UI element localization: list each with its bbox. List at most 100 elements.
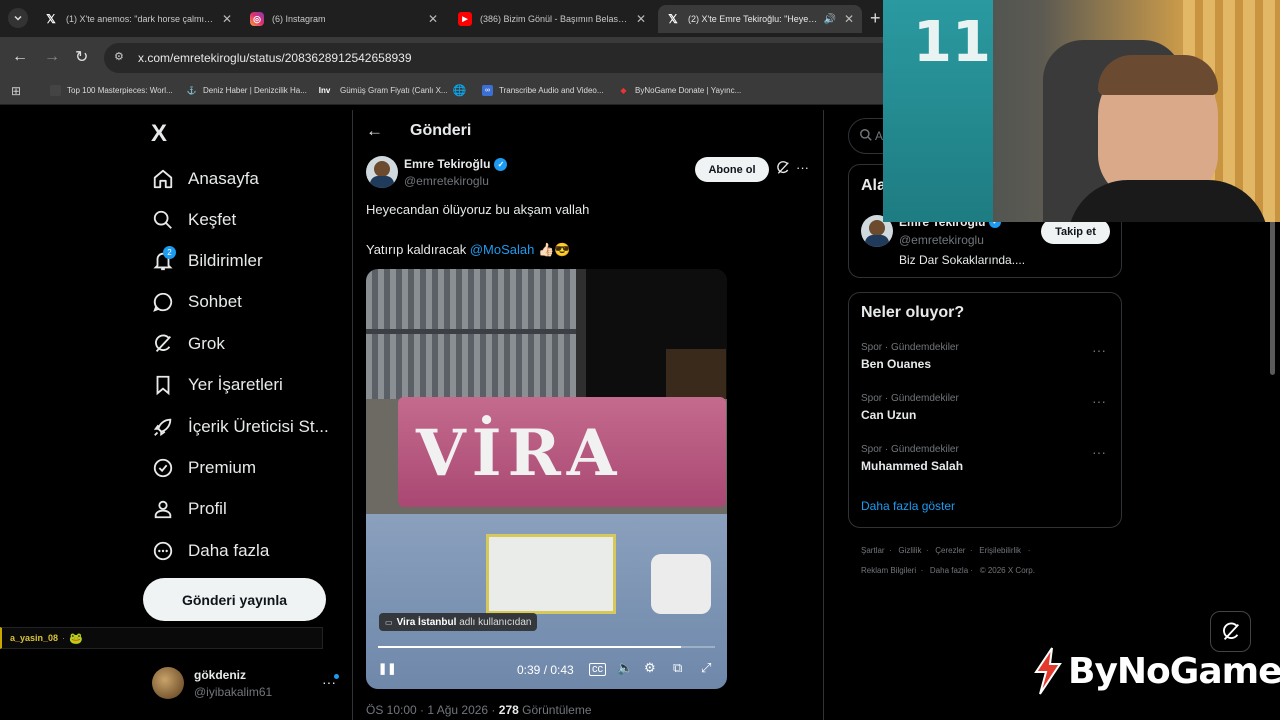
- bynogame-watermark: ByNoGame: [1030, 646, 1280, 696]
- close-icon[interactable]: ✕: [636, 12, 646, 26]
- bookmark-item[interactable]: Inv Gümüş Gram Fiyatı (Canlı X...: [319, 85, 448, 96]
- trend-item[interactable]: Spor · Gündemdekiler Can Uzun ···: [861, 393, 1111, 422]
- bookmark-favicon-icon: [50, 85, 61, 96]
- video-attribution[interactable]: ▭ Vira İstanbul adlı kullanıcıdan: [379, 613, 538, 631]
- nav-item-premium[interactable]: Premium: [150, 451, 256, 485]
- browser-tab[interactable]: 𝕏 (1) X'te anemos: "dark horse çalmışlar…: [36, 5, 240, 33]
- bookmark-item[interactable]: 🌐: [452, 85, 471, 97]
- column-divider: [352, 110, 353, 720]
- x-icon: 𝕏: [668, 12, 678, 26]
- footer-link[interactable]: Erişilebilirlik: [979, 546, 1021, 555]
- footer-link[interactable]: Çerezler: [935, 546, 965, 555]
- footer-link[interactable]: Şartlar: [861, 546, 885, 555]
- tab-search-button[interactable]: [8, 8, 28, 28]
- chat-icon: [150, 289, 176, 315]
- subscribe-button[interactable]: Abone ol: [695, 157, 769, 182]
- footer-link[interactable]: Reklam Bilgileri: [861, 566, 916, 575]
- close-icon[interactable]: ✕: [222, 12, 232, 26]
- more-options-icon[interactable]: ···: [1092, 444, 1106, 460]
- emote-icon: 🐸: [69, 632, 83, 645]
- forward-icon[interactable]: →: [44, 48, 60, 66]
- bookmark-item[interactable]: Top 100 Masterpieces: Worl...: [50, 85, 173, 96]
- browser-tab[interactable]: ▶ (386) Bizim Gönül - Başımın Belası ✓ -…: [450, 5, 654, 33]
- footer-links: Reklam Bilgileri · Daha fazla · © 2026 X…: [861, 566, 1035, 575]
- post-button[interactable]: Gönderi yayınla: [143, 578, 326, 621]
- jersey-number: 11: [913, 10, 991, 75]
- x-logo[interactable]: X: [151, 120, 167, 148]
- nav-item-profile[interactable]: Profil: [150, 492, 227, 526]
- premium-icon: [150, 455, 176, 481]
- tab-title: (386) Bizim Gönül - Başımın Belası ✓ - Y…: [480, 13, 628, 24]
- person-icon: [150, 496, 176, 522]
- settings-gear-icon[interactable]: ⚙: [644, 660, 656, 676]
- apps-grid-icon[interactable]: ⊞: [11, 84, 21, 98]
- more-options-icon[interactable]: ···: [1092, 393, 1106, 409]
- bynogame-logo-icon: [1034, 647, 1062, 695]
- account-switcher[interactable]: gökdeniz @iyibakalim61 ···: [152, 664, 342, 706]
- video-source-icon: ▭: [385, 617, 393, 627]
- nav-item-more[interactable]: Daha fazla: [150, 534, 269, 568]
- tab-title: (6) Instagram: [272, 14, 326, 24]
- more-options-icon[interactable]: ···: [796, 160, 809, 175]
- back-arrow-icon[interactable]: ←: [366, 121, 383, 141]
- fullscreen-icon[interactable]: ⤢: [701, 660, 711, 676]
- footer-link[interactable]: Gizlilik: [898, 546, 921, 555]
- follow-button[interactable]: Takip et: [1041, 219, 1110, 244]
- author-handle[interactable]: @emretekiroglu: [404, 174, 489, 188]
- speaker-icon[interactable]: 🔊: [823, 14, 835, 25]
- grok-icon[interactable]: [775, 160, 791, 181]
- grok-icon: [150, 331, 176, 357]
- site-info-icon[interactable]: ⚙: [114, 50, 124, 63]
- browser-tab-active[interactable]: 𝕏 (2) X'te Emre Tekiroğlu: "Heyecandan..…: [658, 5, 862, 33]
- pause-icon[interactable]: ❚❚: [378, 662, 396, 675]
- captions-icon[interactable]: cc: [589, 663, 606, 676]
- nav-item-bookmarks[interactable]: Yer İşaretleri: [150, 368, 283, 402]
- back-icon[interactable]: ←: [12, 48, 28, 66]
- author-avatar[interactable]: [366, 156, 398, 188]
- video-progress-track[interactable]: [378, 646, 715, 648]
- nav-item-creator-studio[interactable]: İçerik Üreticisi St...: [150, 410, 329, 444]
- chat-overlay: a_yasin_08 · 🐸: [0, 627, 323, 649]
- author-name[interactable]: Emre Tekiroğlu ✓: [404, 157, 508, 171]
- account-handle: @iyibakalim61: [194, 685, 273, 699]
- nav-item-notifications[interactable]: 2 Bildirimler: [150, 244, 263, 278]
- reload-icon[interactable]: ↻: [75, 47, 88, 67]
- avatar: [152, 667, 184, 699]
- nav-item-chat[interactable]: Sohbet: [150, 285, 242, 319]
- show-more-link[interactable]: Daha fazla göster: [861, 499, 955, 513]
- new-tab-button[interactable]: +: [870, 8, 881, 29]
- video-player[interactable]: VİRA ▭ Vira İstanbul adlı kullanıcıdan ❚…: [366, 269, 727, 689]
- panel-title: Neler oluyor?: [861, 304, 965, 321]
- bookmark-item[interactable]: ∞ Transcribe Audio and Video...: [482, 85, 604, 96]
- post-text-line2: Yatırıp kaldıracak @MoSalah 👍🏻😎: [366, 242, 571, 257]
- bookmark-icon: [150, 372, 176, 398]
- more-circle-icon: [150, 538, 176, 564]
- globe-icon: 🌐: [452, 85, 467, 97]
- tab-title: (1) X'te anemos: "dark horse çalmışlar. …: [66, 14, 214, 24]
- video-time: 0:39 / 0:43: [517, 663, 574, 677]
- close-icon[interactable]: ✕: [428, 12, 438, 26]
- trend-item[interactable]: Spor · Gündemdekiler Muhammed Salah ···: [861, 444, 1111, 473]
- bookmark-item[interactable]: ⚓ Deniz Haber | Denizcilik Ha...: [186, 85, 307, 96]
- trend-item[interactable]: Spor · Gündemdekiler Ben Ouanes ···: [861, 342, 1111, 371]
- mention-link[interactable]: @MoSalah: [470, 242, 535, 257]
- bookmark-item[interactable]: ◆ ByNoGame Donate | Yayınc...: [618, 85, 741, 96]
- verified-badge-icon: ✓: [494, 157, 508, 171]
- page-title: Gönderi: [410, 122, 472, 139]
- nav-item-grok[interactable]: Grok: [150, 327, 225, 361]
- watermark-text: ByNoGame: [1068, 650, 1280, 692]
- nav-item-home[interactable]: Anasayfa: [150, 162, 259, 196]
- page-scrollbar[interactable]: [1270, 220, 1275, 375]
- close-icon[interactable]: ✕: [844, 12, 854, 26]
- nav-item-explore[interactable]: Keşfet: [150, 203, 236, 237]
- more-options-icon[interactable]: ···: [1092, 342, 1106, 358]
- pip-icon[interactable]: ⧉: [673, 660, 682, 676]
- browser-tab[interactable]: ◎ (6) Instagram ✕: [242, 5, 446, 33]
- footer-link[interactable]: Daha fazla ·: [930, 566, 973, 575]
- volume-icon[interactable]: 🔈: [617, 660, 633, 676]
- video-progress-fill: [378, 646, 682, 648]
- grok-icon: [1222, 622, 1239, 640]
- copyright: © 2026 X Corp.: [979, 566, 1035, 575]
- webcam-overlay: 11: [883, 0, 1280, 222]
- address-bar[interactable]: ⚙ x.com/emretekiroglu/status/20836289125…: [104, 43, 904, 73]
